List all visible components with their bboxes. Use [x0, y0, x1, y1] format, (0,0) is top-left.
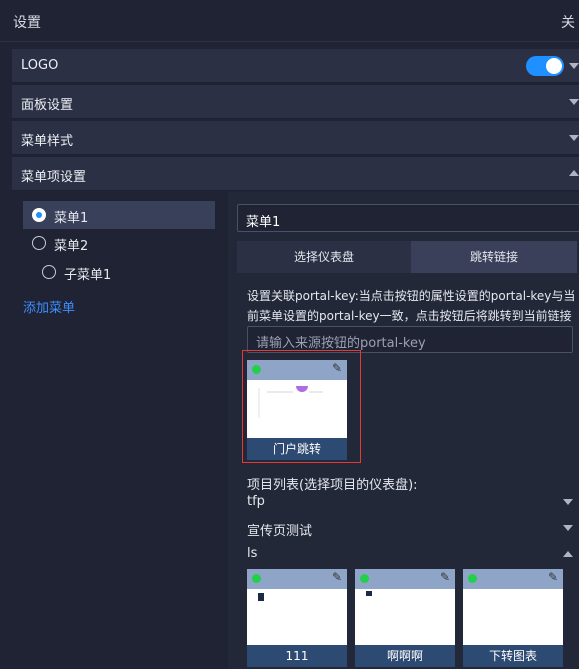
thumbnail-mark: [258, 593, 264, 601]
card-label: 啊啊啊: [355, 645, 455, 667]
toggle-knob: [546, 58, 562, 74]
dashboard-card[interactable]: ✎ 111: [247, 569, 347, 667]
menu-item-label: 菜单1: [54, 211, 89, 226]
radio-icon[interactable]: [32, 236, 46, 250]
section-panel-settings[interactable]: 面板设置: [12, 85, 579, 119]
section-logo-label: LOGO: [21, 58, 59, 73]
submenu-item-1[interactable]: 子菜单1: [23, 258, 215, 286]
status-dot-icon: [360, 574, 369, 583]
edit-pencil-icon[interactable]: ✎: [332, 570, 342, 584]
menu-item-2[interactable]: 菜单2: [23, 229, 215, 257]
logo-toggle[interactable]: [526, 56, 564, 76]
chevron-down-icon[interactable]: [569, 135, 579, 141]
project-row-ls[interactable]: ls: [247, 546, 573, 568]
radio-icon[interactable]: [42, 265, 56, 279]
menu-item-1[interactable]: 菜单1: [23, 201, 215, 229]
tab-select-dashboard[interactable]: 选择仪表盘: [237, 241, 411, 273]
dashboard-card[interactable]: ✎ 下转图表: [463, 569, 563, 667]
status-dot-icon: [252, 574, 261, 583]
chevron-down-icon[interactable]: [563, 499, 573, 505]
chevron-down-icon[interactable]: [569, 99, 579, 105]
status-dot-icon: [468, 574, 477, 583]
section-panel-settings-label: 面板设置: [21, 98, 74, 113]
section-menu-style[interactable]: 菜单样式: [12, 121, 579, 155]
settings-header: 设置 关: [0, 0, 579, 42]
edit-pencil-icon[interactable]: ✎: [440, 570, 450, 584]
project-name: tfp: [247, 494, 265, 509]
edit-pencil-icon[interactable]: ✎: [548, 570, 558, 584]
edit-pencil-icon[interactable]: ✎: [332, 361, 342, 375]
portal-key-input[interactable]: 请输入来源按钮的portal-key: [247, 326, 573, 353]
card-header: ✎: [247, 360, 347, 380]
card-header: ✎: [463, 569, 563, 589]
chevron-down-icon[interactable]: [563, 525, 573, 531]
chevron-up-icon[interactable]: [563, 551, 573, 557]
chevron-down-icon[interactable]: [569, 63, 579, 69]
section-menu-item-settings-label: 菜单项设置: [21, 170, 87, 185]
dashboard-card[interactable]: ✎ 啊啊啊: [355, 569, 455, 667]
project-list-title: 项目列表(选择项目的仪表盘):: [247, 478, 418, 493]
card-header: ✎: [355, 569, 455, 589]
section-menu-style-label: 菜单样式: [21, 134, 74, 149]
menu-item-label: 子菜单1: [64, 268, 112, 283]
card-label: 111: [247, 645, 347, 667]
add-menu-link[interactable]: 添加菜单: [23, 297, 75, 316]
project-row-promo[interactable]: 宣传页测试: [247, 520, 573, 542]
project-name: ls: [247, 546, 258, 561]
card-label: 下转图表: [463, 645, 563, 667]
radio-checked-icon[interactable]: [32, 208, 46, 222]
dashboard-thumbnail: [258, 386, 323, 418]
portal-key-description: 设置关联portal-key:当点击按钮的属性设置的portal-key与当前菜…: [247, 289, 576, 323]
editor-tabs: 选择仪表盘 跳转链接: [237, 241, 577, 273]
menu-tree-panel: 菜单1 菜单2 子菜单1 添加菜单: [12, 192, 227, 669]
thumbnail-mark: [366, 591, 372, 596]
card-header: ✎: [247, 569, 347, 589]
settings-title: 设置: [13, 15, 41, 31]
section-menu-item-settings[interactable]: 菜单项设置: [12, 157, 579, 191]
menu-name-input[interactable]: 菜单1: [237, 204, 579, 232]
tab-jump-link[interactable]: 跳转链接: [411, 241, 577, 273]
portal-key-placeholder: 请输入来源按钮的portal-key: [256, 336, 426, 351]
card-label: 门户跳转: [247, 438, 347, 460]
menu-item-label: 菜单2: [54, 239, 89, 254]
section-logo[interactable]: LOGO: [12, 49, 579, 83]
chevron-up-icon[interactable]: [569, 170, 579, 176]
menu-name-value: 菜单1: [246, 215, 281, 230]
status-dot-icon: [252, 365, 261, 374]
project-row-tfp[interactable]: tfp: [247, 494, 573, 516]
close-button[interactable]: 关: [561, 12, 575, 32]
dashboard-card-selected[interactable]: ✎ 门户跳转: [247, 360, 347, 460]
menu-editor-panel: 菜单1 选择仪表盘 跳转链接 设置关联portal-key:当点击按钮的属性设置…: [228, 192, 579, 669]
project-name: 宣传页测试: [247, 524, 313, 539]
